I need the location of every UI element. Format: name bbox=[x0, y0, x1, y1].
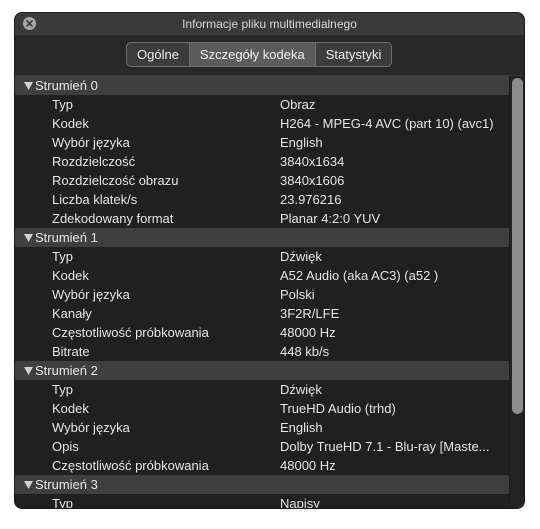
disclosure-triangle-icon bbox=[24, 481, 33, 489]
stream-header[interactable]: Strumień 0 bbox=[15, 76, 509, 95]
property-key: Wybór języka bbox=[52, 287, 130, 302]
scrollbar-thumb[interactable] bbox=[512, 78, 523, 414]
tab-general[interactable]: Ogólne bbox=[127, 43, 190, 66]
vertical-scrollbar[interactable] bbox=[509, 76, 524, 508]
property-row: Wybór języka Polski bbox=[15, 285, 509, 304]
property-key: Opis bbox=[52, 439, 79, 454]
tab-codec-details[interactable]: Szczegóły kodeka bbox=[189, 43, 316, 66]
property-value: 3840x1634 bbox=[280, 154, 345, 169]
stream-label: Strumień 1 bbox=[35, 230, 98, 245]
property-value: 3840x1606 bbox=[280, 173, 345, 188]
stream-header[interactable]: Strumień 3 bbox=[15, 475, 509, 494]
title-bar: Informacje pliku multimedialnego bbox=[15, 13, 524, 35]
property-value: TrueHD Audio (trhd) bbox=[280, 401, 396, 416]
property-row: Kanały 3F2R/LFE bbox=[15, 304, 509, 323]
property-key: Wybór języka bbox=[52, 420, 130, 435]
property-row: Częstotliwość próbkowania 48000 Hz bbox=[15, 456, 509, 475]
stream-label: Strumień 2 bbox=[35, 363, 98, 378]
property-row: Opis Dolby TrueHD 7.1 - Blu-ray [Maste... bbox=[15, 437, 509, 456]
disclosure-triangle-icon bbox=[24, 234, 33, 242]
property-row: Rozdzielczość 3840x1634 bbox=[15, 152, 509, 171]
stream-label: Strumień 0 bbox=[35, 78, 98, 93]
property-key: Zdekodowany format bbox=[52, 211, 174, 226]
property-value: Dolby TrueHD 7.1 - Blu-ray [Maste... bbox=[280, 439, 490, 454]
property-row: Typ Obraz bbox=[15, 95, 509, 114]
stream-header[interactable]: Strumień 2 bbox=[15, 361, 509, 380]
property-row: Bitrate 448 kb/s bbox=[15, 342, 509, 361]
property-value: 23.976216 bbox=[280, 192, 342, 207]
tab-control: Ogólne Szczegóły kodeka Statystyki bbox=[126, 42, 393, 67]
stream-label: Strumień 3 bbox=[35, 477, 98, 492]
property-row: Częstotliwość próbkowania 48000 Hz bbox=[15, 323, 509, 342]
window-title: Informacje pliku multimedialnego bbox=[182, 17, 357, 31]
property-row: Wybór języka English bbox=[15, 133, 509, 152]
property-value: Dźwięk bbox=[280, 382, 322, 397]
property-value: Planar 4:2:0 YUV bbox=[280, 211, 381, 226]
property-key: Kodek bbox=[52, 268, 89, 283]
property-row: Typ Dźwięk bbox=[15, 380, 509, 399]
property-row: Kodek A52 Audio (aka AC3) (a52 ) bbox=[15, 266, 509, 285]
property-key: Liczba klatek/s bbox=[52, 192, 138, 207]
property-key: Częstotliwość próbkowania bbox=[52, 458, 209, 473]
property-value: 3F2R/LFE bbox=[280, 306, 340, 321]
property-row: Typ Dźwięk bbox=[15, 247, 509, 266]
property-key: Bitrate bbox=[52, 344, 90, 359]
property-row: Kodek H264 - MPEG-4 AVC (part 10) (avc1) bbox=[15, 114, 509, 133]
media-info-window: Informacje pliku multimedialnego Ogólne … bbox=[15, 13, 524, 508]
property-key: Kodek bbox=[52, 116, 89, 131]
property-value: 448 kb/s bbox=[280, 344, 330, 359]
property-key: Wybór języka bbox=[52, 135, 130, 150]
property-value: H264 - MPEG-4 AVC (part 10) (avc1) bbox=[280, 116, 494, 131]
disclosure-triangle-icon bbox=[24, 367, 33, 375]
property-row: Rozdzielczość obrazu 3840x1606 bbox=[15, 171, 509, 190]
property-value: Napisy bbox=[280, 496, 320, 508]
tab-statistics[interactable]: Statystyki bbox=[316, 43, 392, 66]
property-key: Rozdzielczość obrazu bbox=[52, 173, 179, 188]
property-key: Typ bbox=[52, 496, 73, 508]
stream-tree: Strumień 0 Typ Obraz Kodek H264 - MPEG-4 A… bbox=[15, 76, 509, 508]
stream-header[interactable]: Strumień 1 bbox=[15, 228, 509, 247]
property-value: English bbox=[280, 420, 323, 435]
property-key: Częstotliwość próbkowania bbox=[52, 325, 209, 340]
property-row: Zdekodowany format Planar 4:2:0 YUV bbox=[15, 209, 509, 228]
property-key: Typ bbox=[52, 249, 73, 264]
property-value: Dźwięk bbox=[280, 249, 322, 264]
property-row: Kodek TrueHD Audio (trhd) bbox=[15, 399, 509, 418]
property-value: English bbox=[280, 135, 323, 150]
property-key: Rozdzielczość bbox=[52, 154, 136, 169]
property-key: Typ bbox=[52, 97, 73, 112]
property-row: Typ Napisy bbox=[15, 494, 509, 508]
property-key: Kodek bbox=[52, 401, 89, 416]
property-value: 48000 Hz bbox=[280, 325, 336, 340]
property-value: 48000 Hz bbox=[280, 458, 336, 473]
disclosure-triangle-icon bbox=[24, 82, 33, 90]
property-row: Liczba klatek/s 23.976216 bbox=[15, 190, 509, 209]
property-value: A52 Audio (aka AC3) (a52 ) bbox=[280, 268, 439, 283]
property-value: Obraz bbox=[280, 97, 316, 112]
property-value: Polski bbox=[280, 287, 315, 302]
property-key: Typ bbox=[52, 382, 73, 397]
property-key: Kanały bbox=[52, 306, 92, 321]
property-row: Wybór języka English bbox=[15, 418, 509, 437]
codec-details-panel: Strumień 0 Typ Obraz Kodek H264 - MPEG-4 A… bbox=[15, 75, 524, 508]
